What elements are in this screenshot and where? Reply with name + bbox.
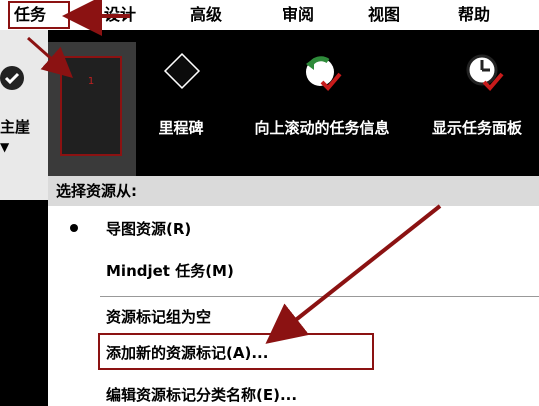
arrow-to-add-tag [265, 204, 442, 344]
arrow-to-resources-button [27, 36, 73, 78]
annotation-arrows [27, 0, 442, 344]
